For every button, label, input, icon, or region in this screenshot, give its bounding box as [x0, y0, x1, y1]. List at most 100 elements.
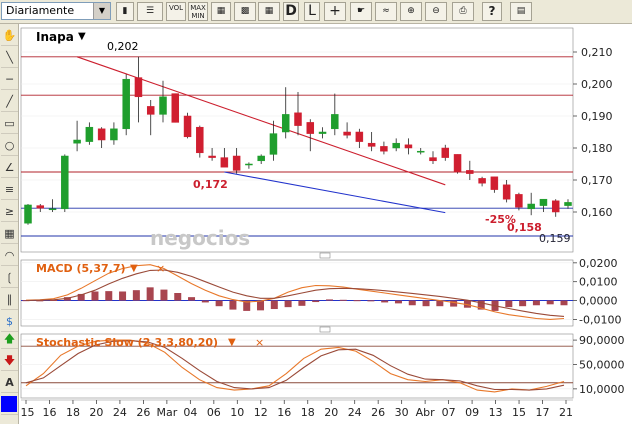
- stochastic-title[interactable]: Stochastic Slow (2,3,3,80,20): [36, 336, 218, 349]
- stochastic-tick-label: 90,0000: [579, 334, 625, 347]
- stochastic-axis: 90,0000 50,0000 10,0000: [573, 334, 625, 396]
- macd-bar: [408, 300, 416, 306]
- macd-tick-label: 0,0000: [579, 295, 618, 308]
- fibonacci-icon[interactable]: ≡: [1, 180, 18, 200]
- book-icon[interactable]: ▤: [510, 2, 532, 21]
- price-tick-label: 0,160: [581, 206, 613, 219]
- stochastic-close-icon[interactable]: ×: [255, 336, 264, 349]
- hand-icon[interactable]: ✋: [1, 26, 18, 46]
- indicators-icon[interactable]: ≈: [375, 2, 397, 21]
- macd-bar: [270, 300, 278, 310]
- period-dropdown[interactable]: Diariamente ▼: [1, 2, 111, 20]
- macd-bar: [519, 300, 527, 307]
- stochastic-pane[interactable]: Stochastic Slow (2,3,3,80,20) ▼ ×: [20, 333, 574, 399]
- draw-mode-d-button[interactable]: D: [283, 2, 299, 21]
- print-icon[interactable]: ⎙: [452, 2, 474, 21]
- price-tick-label: 0,200: [581, 78, 613, 91]
- candle-body: [122, 78, 130, 130]
- macd-bar: [325, 299, 333, 301]
- sell-arrow-icon[interactable]: 🡇: [1, 351, 18, 371]
- candle-body: [159, 96, 167, 115]
- text-tool-icon[interactable]: A: [1, 373, 18, 393]
- macd-bar: [119, 291, 127, 301]
- macd-title[interactable]: MACD (5,37,7): [36, 262, 126, 275]
- candle-body: [331, 114, 339, 130]
- candle-body: [48, 208, 57, 211]
- circle-icon[interactable]: ○: [1, 136, 18, 156]
- candlestick-icon[interactable]: ▮: [116, 2, 134, 21]
- chevron-down-icon[interactable]: ▼: [93, 3, 110, 19]
- stochastic-tick-label: 50,0000: [579, 358, 625, 371]
- horizontal-line-icon[interactable]: ─: [1, 70, 18, 90]
- macd-pane[interactable]: MACD (5,37,7) ▼ ×: [20, 259, 574, 327]
- annotation-last: 0,158: [507, 221, 542, 234]
- date-tick-label: 17: [536, 406, 550, 419]
- candle-body: [392, 142, 400, 149]
- fib-fan-icon[interactable]: ≥: [1, 202, 18, 222]
- zoom-in-icon[interactable]: ⊕: [400, 2, 422, 21]
- macd-bar: [174, 293, 182, 301]
- zoom-out-icon[interactable]: ⊖: [425, 2, 447, 21]
- instrument-title[interactable]: Inapa: [36, 30, 74, 44]
- macd-close-icon[interactable]: ×: [156, 262, 165, 275]
- cycle-icon[interactable]: ∥: [1, 290, 18, 310]
- help-button[interactable]: ?: [482, 2, 502, 21]
- candle-body: [380, 146, 388, 152]
- buy-arrow-icon[interactable]: 🡅: [1, 329, 18, 349]
- grid-icon[interactable]: ▦: [211, 2, 231, 21]
- date-tick-label: 16: [42, 406, 56, 419]
- candle-body: [429, 157, 437, 162]
- color-swatch[interactable]: [1, 396, 17, 412]
- macd-tick-label: 0,0100: [579, 276, 618, 289]
- maxmin-button[interactable]: MAX MIN: [188, 2, 208, 21]
- hand-cursor-icon[interactable]: ☛: [350, 2, 372, 21]
- candle-body: [245, 163, 253, 166]
- parallel-lines-icon[interactable]: ╱: [1, 92, 18, 112]
- macd-bar: [546, 300, 554, 305]
- fan-icon[interactable]: ∠: [1, 158, 18, 178]
- candle-body: [257, 155, 265, 162]
- candle-body: [24, 204, 32, 224]
- date-tick-label: 26: [371, 406, 385, 419]
- candle-body: [551, 200, 560, 213]
- rectangle-icon[interactable]: ▭: [1, 114, 18, 134]
- date-tick-label: '15: [20, 406, 35, 419]
- macd-dropdown-icon[interactable]: ▼: [130, 263, 138, 274]
- trendline-icon[interactable]: ╲: [1, 48, 18, 68]
- macd-bar: [298, 300, 306, 306]
- date-tick-label: 09: [465, 406, 479, 419]
- date-tick-label: 26: [136, 406, 150, 419]
- macd-bar: [91, 291, 99, 301]
- instrument-dropdown-icon[interactable]: ▼: [78, 31, 86, 42]
- candle-body: [416, 150, 425, 153]
- date-tick-label: 20: [324, 406, 338, 419]
- pane-splitter-2[interactable]: [319, 326, 331, 333]
- candle-body: [453, 154, 462, 173]
- line-mode-label: L: [308, 3, 316, 19]
- arc-icon[interactable]: ◠: [1, 246, 18, 266]
- pane-splitter-1[interactable]: [319, 252, 331, 259]
- stochastic-dropdown-icon[interactable]: ▼: [228, 337, 236, 348]
- retracement-icon[interactable]: ▦: [1, 224, 18, 244]
- crosshair-icon[interactable]: +: [324, 2, 346, 21]
- annotation-level: 0,159: [539, 232, 571, 245]
- ohlc-icon[interactable]: ☰: [137, 2, 163, 21]
- min-label: MIN: [191, 12, 205, 20]
- volume-button[interactable]: VOL: [166, 2, 186, 21]
- macd-bar: [105, 291, 113, 301]
- log-scale-icon[interactable]: ▦: [258, 2, 280, 21]
- macd-bar: [450, 300, 458, 307]
- macd-bar: [367, 300, 375, 302]
- macd-bar: [215, 300, 223, 307]
- macd-bar: [146, 287, 154, 301]
- line-mode-button[interactable]: L: [304, 2, 320, 21]
- channel-icon[interactable]: ❲: [1, 268, 18, 288]
- macd-bar: [560, 300, 568, 306]
- candle-body: [539, 198, 548, 206]
- price-pane[interactable]: negocios Inapa ▼ 0,202 0,172 -25% 0,158 …: [20, 27, 574, 253]
- macd-axis: 0,0200 0,0100 0,0000 -0,0100: [573, 257, 621, 326]
- chart-area: negocios Inapa ▼ 0,202 0,172 -25% 0,158 …: [17, 24, 632, 424]
- price-tick-label: 0,210: [581, 46, 613, 59]
- date-tick-label: 06: [207, 406, 221, 419]
- compare-icon[interactable]: ▩: [234, 2, 256, 21]
